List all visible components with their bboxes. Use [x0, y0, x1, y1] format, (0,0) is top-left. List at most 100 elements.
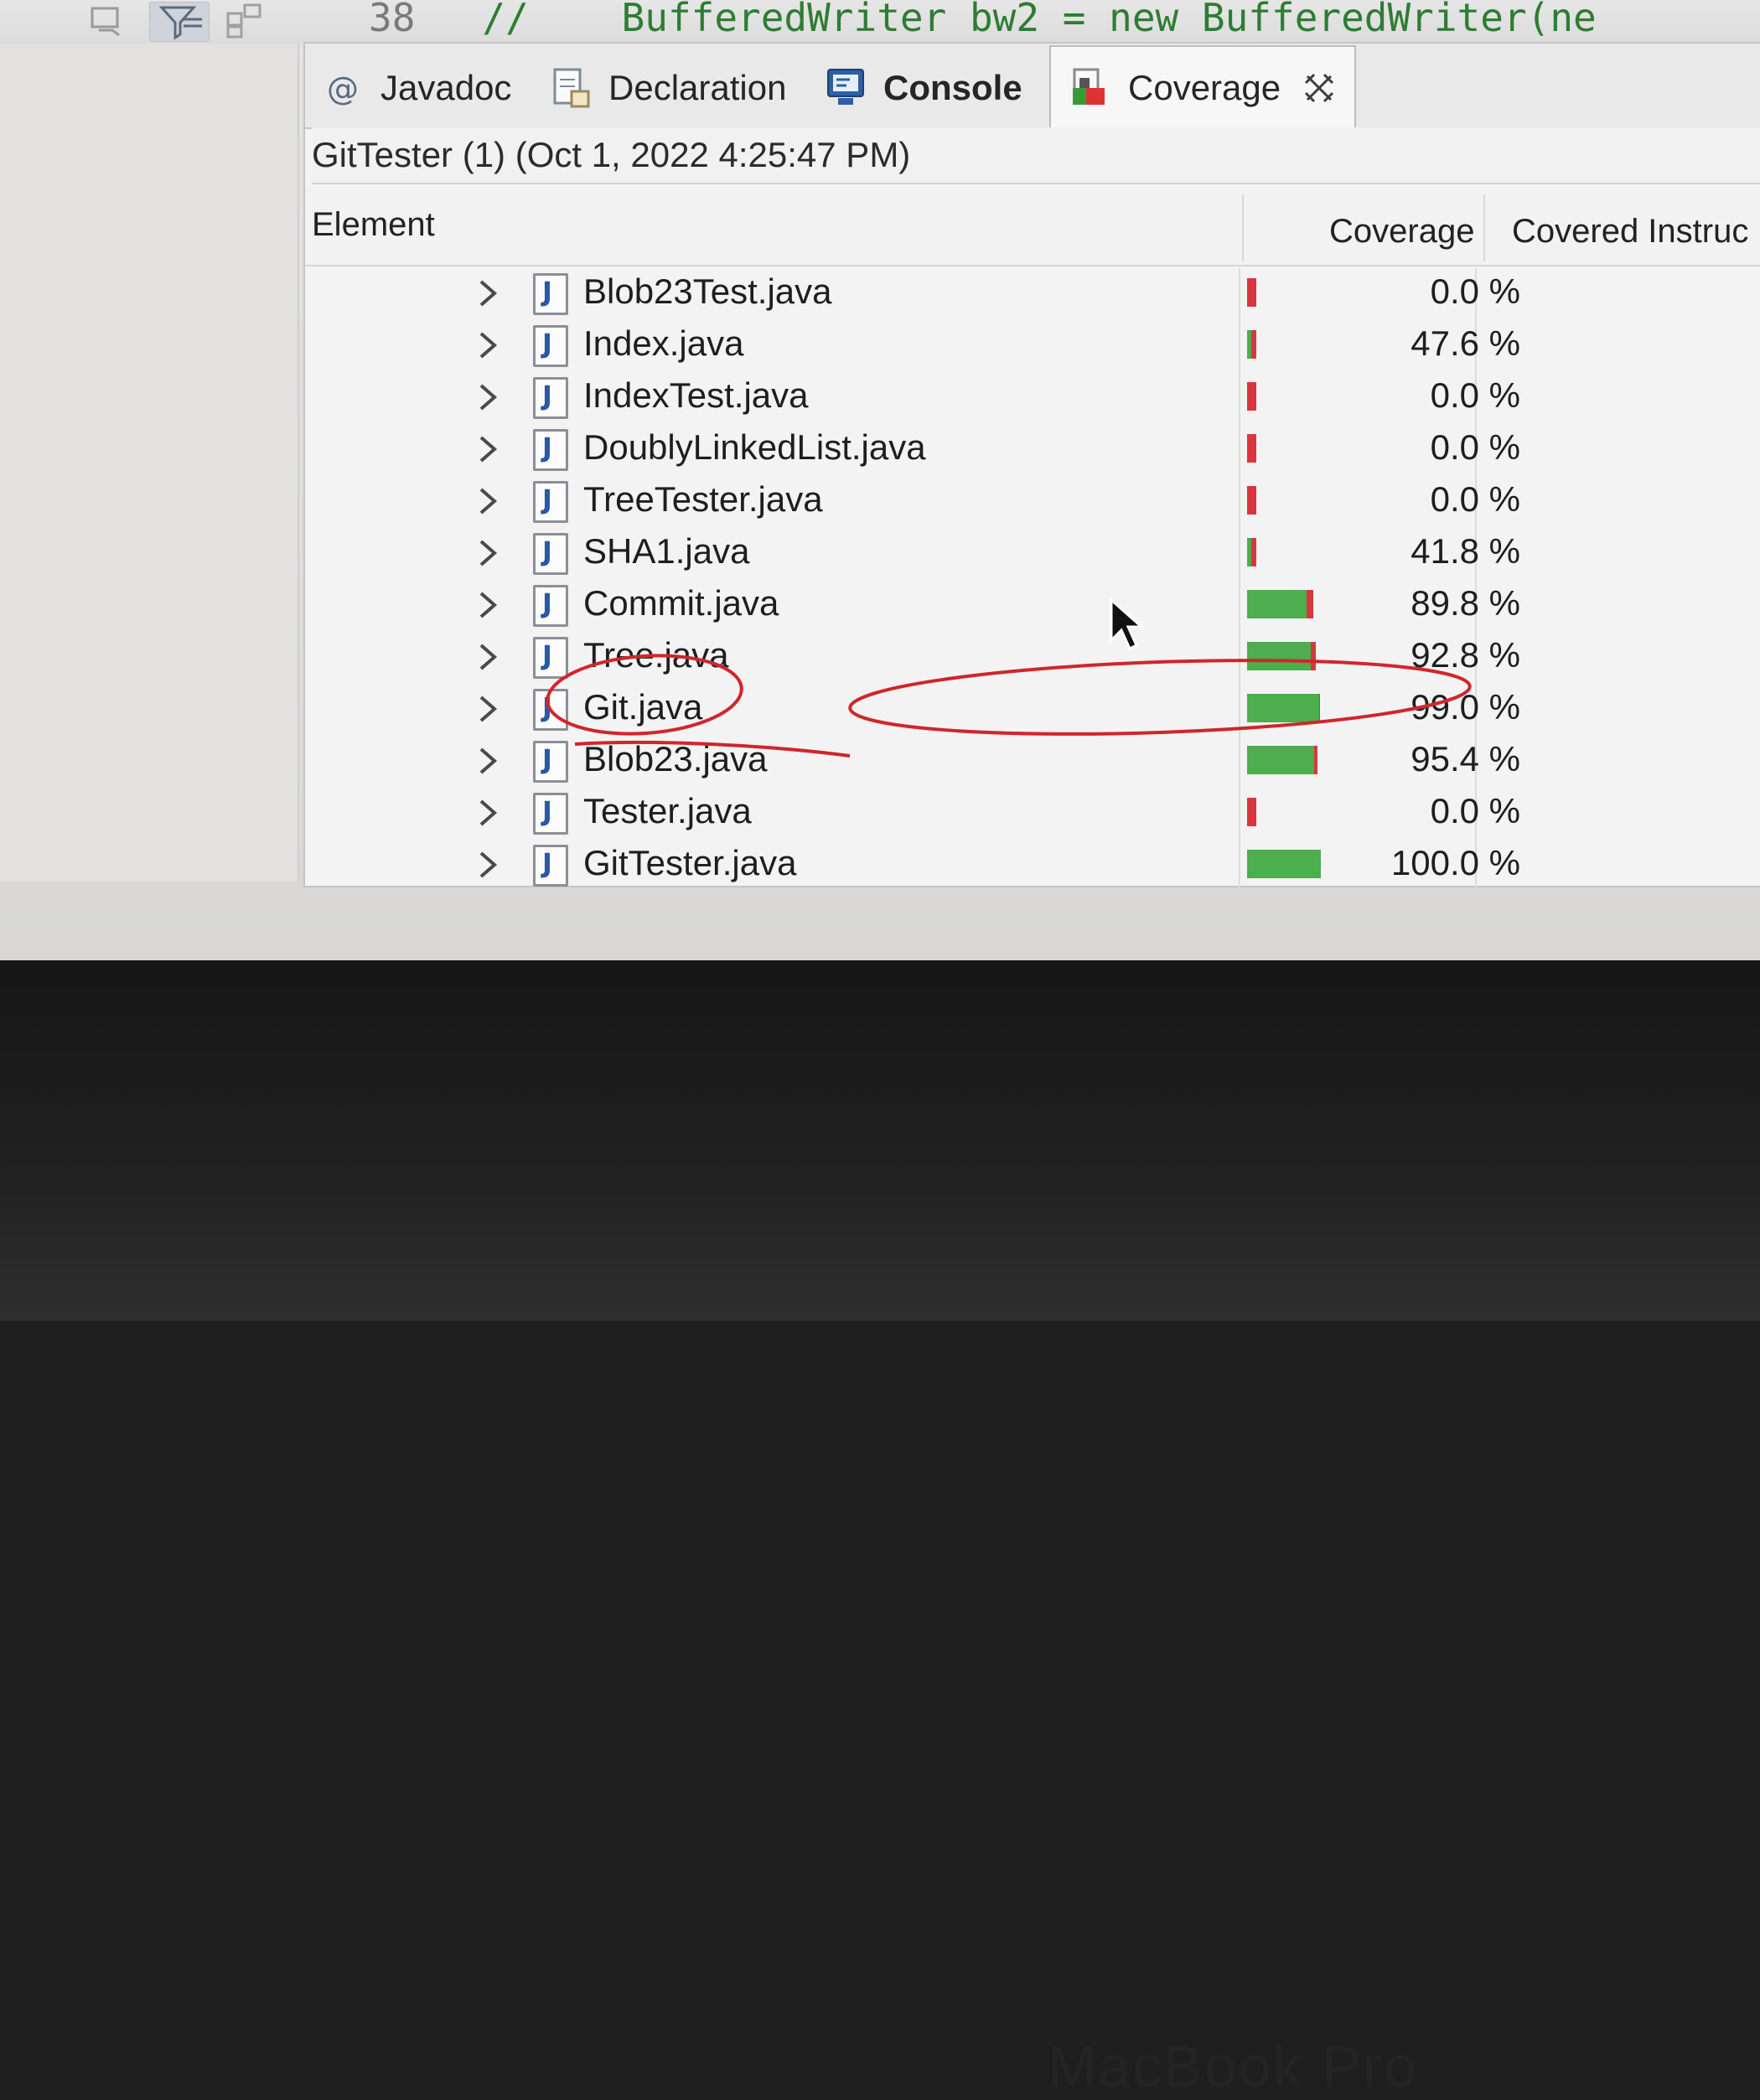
chevron-right-icon[interactable] — [471, 848, 505, 882]
file-name: SHA1.java — [583, 531, 750, 571]
coverage-percent: 89.8 % — [1411, 583, 1520, 623]
java-file-icon: J — [533, 689, 568, 731]
coverage-bar-covered — [1247, 694, 1319, 722]
mouse-cursor-icon — [1110, 597, 1145, 651]
table-row[interactable]: J Index.java 47.6 % — [305, 320, 1760, 372]
at-icon: @ — [322, 66, 365, 110]
table-row[interactable]: J SHA1.java 41.8 % — [305, 528, 1760, 580]
java-file-icon: J — [533, 533, 568, 575]
toolbar-layout-icon[interactable] — [225, 2, 265, 40]
coverage-percent: 0.0 % — [1430, 375, 1520, 415]
tab-label: Coverage — [1128, 68, 1281, 107]
table-row[interactable]: J Tester.java 0.0 % — [305, 788, 1760, 840]
table-row[interactable]: J Blob23.java 95.4 % — [305, 736, 1760, 788]
coverage-bar-missed — [1307, 590, 1313, 618]
coverage-view-panel: @ Javadoc Declaration Console Coverage G… — [303, 42, 1760, 888]
file-name: Tree.java — [583, 635, 729, 675]
table-row[interactable]: J IndexTest.java 0.0 % — [305, 372, 1760, 424]
left-sidebar — [0, 44, 299, 882]
file-name: Commit.java — [583, 583, 779, 623]
console-icon — [825, 66, 868, 110]
tab-label: Declaration — [608, 68, 787, 107]
coverage-bar-missed — [1247, 798, 1256, 826]
coverage-bar-covered — [1247, 590, 1307, 618]
coverage-bar-missed — [1247, 278, 1256, 307]
screen: 38 // BufferedWriter bw2 = new BufferedW… — [0, 0, 1760, 960]
tab-label: Console — [883, 68, 1022, 107]
file-name: TreeTester.java — [583, 479, 823, 519]
table-row[interactable]: J TreeTester.java 0.0 % — [305, 476, 1760, 528]
code-line-number: 38 — [369, 0, 416, 40]
column-separator[interactable] — [1242, 194, 1244, 261]
chevron-right-icon[interactable] — [471, 796, 505, 830]
coverage-percent: 100.0 % — [1390, 843, 1520, 882]
chevron-right-icon[interactable] — [471, 588, 505, 622]
tab-declaration[interactable]: Declaration — [550, 52, 786, 124]
tab-coverage[interactable]: Coverage — [1049, 45, 1357, 129]
chevron-right-icon[interactable] — [471, 640, 505, 674]
file-name: Blob23Test.java — [583, 272, 832, 311]
table-header: Element Coverage Covered Instruc — [305, 188, 1760, 266]
java-file-icon: J — [533, 741, 568, 783]
file-name: Blob23.java — [583, 739, 768, 778]
coverage-icon — [1069, 66, 1113, 110]
table-row[interactable]: J Blob23Test.java 0.0 % — [305, 268, 1760, 320]
java-file-icon: J — [533, 429, 568, 471]
file-name: Index.java — [583, 323, 744, 363]
chevron-right-icon[interactable] — [471, 484, 505, 518]
java-file-icon: J — [533, 585, 568, 627]
coverage-bar-covered — [1247, 642, 1311, 670]
table-row[interactable]: J Tree.java 92.8 % — [305, 632, 1760, 684]
coverage-percent: 0.0 % — [1430, 791, 1520, 830]
table-row[interactable]: J Git.java 99.0 % — [305, 684, 1760, 736]
chevron-right-icon[interactable] — [471, 432, 505, 466]
chevron-right-icon[interactable] — [471, 744, 505, 778]
coverage-session-title: GitTester (1) (Oct 1, 2022 4:25:47 PM) — [312, 127, 1760, 184]
chevron-right-icon[interactable] — [471, 380, 505, 414]
java-file-icon: J — [533, 325, 568, 367]
view-tab-bar: @ Javadoc Declaration Console Coverage — [305, 44, 1760, 129]
code-line-text: // BufferedWriter bw2 = new BufferedWrit… — [436, 0, 1597, 40]
java-file-icon: J — [533, 481, 568, 523]
java-file-icon: J — [533, 273, 568, 315]
coverage-bar-missed — [1311, 642, 1316, 670]
table-row[interactable]: J DoublyLinkedList.java 0.0 % — [305, 424, 1760, 476]
chevron-right-icon[interactable] — [471, 328, 505, 362]
chevron-right-icon[interactable] — [471, 692, 505, 726]
coverage-bar-missed — [1314, 746, 1317, 774]
coverage-percent: 41.8 % — [1411, 531, 1520, 571]
coverage-percent: 47.6 % — [1411, 323, 1520, 363]
java-file-icon: J — [533, 793, 568, 835]
chevron-right-icon[interactable] — [471, 536, 505, 570]
column-header-element[interactable]: Element — [312, 206, 435, 244]
close-icon[interactable] — [1302, 71, 1336, 105]
laptop-bezel: MacBook Pro — [0, 960, 1760, 2099]
coverage-percent: 95.4 % — [1411, 739, 1520, 778]
tab-console[interactable]: Console — [825, 52, 1022, 124]
tab-javadoc[interactable]: @ Javadoc — [322, 52, 511, 124]
bezel-logo-text: MacBook Pro — [1048, 2034, 1419, 2099]
tab-label: Javadoc — [380, 68, 512, 107]
table-row[interactable]: J GitTester.java 100.0 % — [305, 840, 1760, 892]
column-header-coverage[interactable]: Coverage — [1329, 213, 1474, 251]
coverage-percent: 92.8 % — [1411, 635, 1520, 675]
toolbar-filter-icon[interactable] — [149, 2, 210, 42]
coverage-percent: 99.0 % — [1411, 687, 1520, 727]
table-row[interactable]: J Commit.java 89.8 % — [305, 580, 1760, 632]
file-name: GitTester.java — [583, 843, 797, 882]
java-file-icon: J — [533, 377, 568, 419]
java-file-icon: J — [533, 845, 568, 887]
coverage-bar-missed — [1247, 486, 1256, 515]
coverage-percent: 0.0 % — [1430, 272, 1520, 311]
coverage-percent: 0.0 % — [1430, 479, 1520, 519]
coverage-bar-missed — [1247, 382, 1256, 411]
java-file-icon: J — [533, 637, 568, 679]
toolbar-sync-icon[interactable] — [87, 2, 127, 40]
column-header-covered-instructions[interactable]: Covered Instruc — [1512, 213, 1748, 251]
file-name: DoublyLinkedList.java — [583, 427, 926, 467]
coverage-percent: 0.0 % — [1430, 427, 1520, 467]
declaration-icon — [550, 66, 593, 110]
coverage-bar-missed — [1251, 538, 1256, 566]
column-separator[interactable] — [1483, 194, 1485, 261]
chevron-right-icon[interactable] — [471, 277, 505, 310]
